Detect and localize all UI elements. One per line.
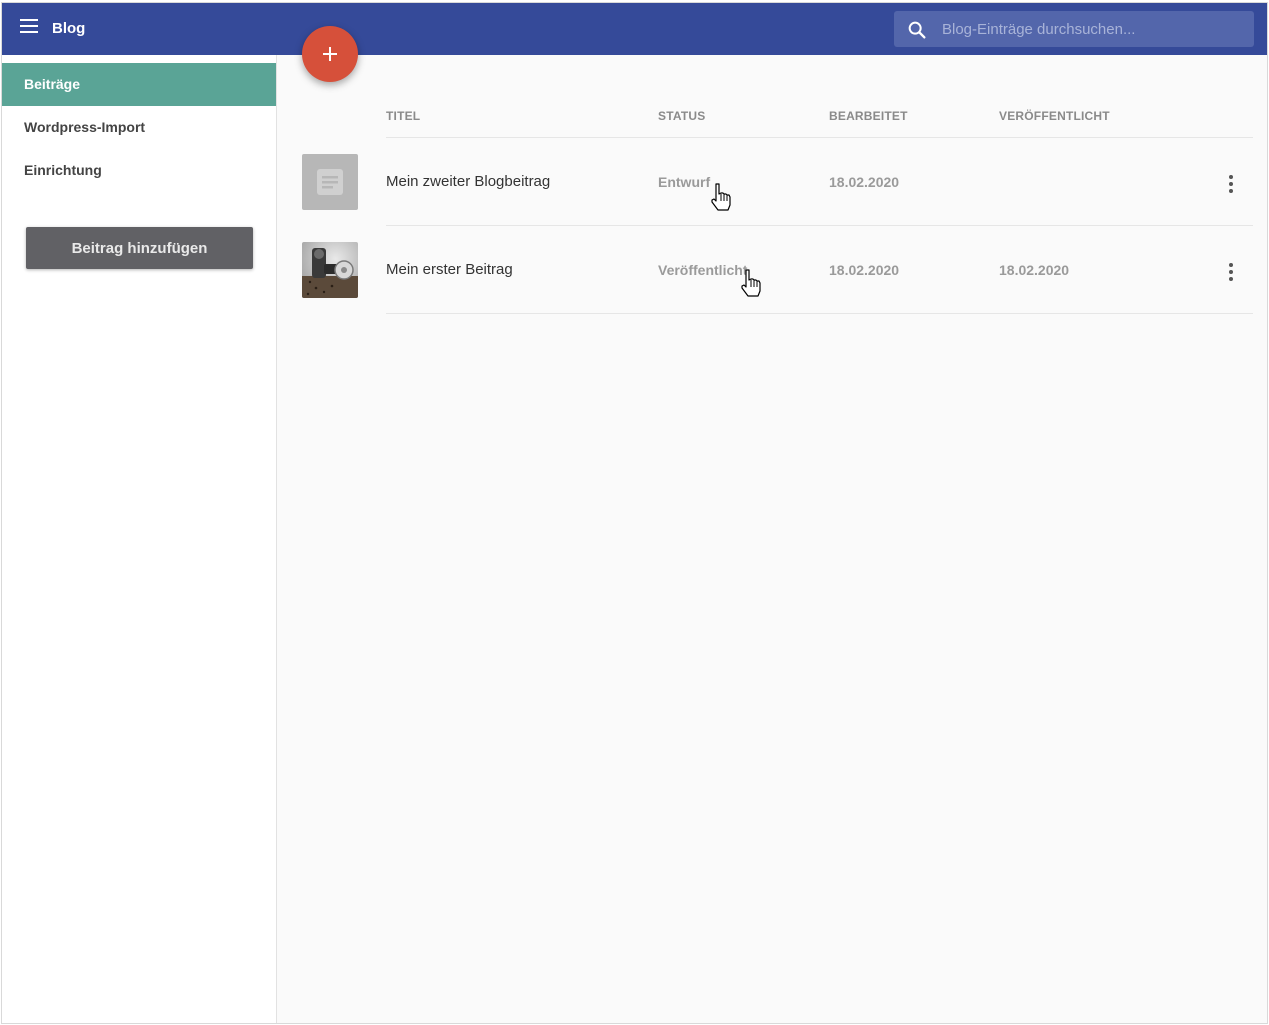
post-published-date: 18.02.2020 <box>999 262 1070 278</box>
more-options-icon[interactable] <box>1224 175 1238 197</box>
add-post-fab[interactable] <box>302 26 358 82</box>
app-window: Blog Beiträge Wordpress-Import Einrichtu… <box>1 2 1268 1024</box>
post-edited-date: 18.02.2020 <box>829 262 900 278</box>
post-edited-date: 18.02.2020 <box>829 174 900 190</box>
post-photo <box>302 242 358 298</box>
post-status[interactable]: Veröffentlicht <box>658 262 747 278</box>
column-header-published[interactable]: VERÖFFENTLICHT <box>999 109 1110 123</box>
more-options-icon[interactable] <box>1224 263 1238 285</box>
column-header-status[interactable]: STATUS <box>658 109 705 123</box>
hamburger-menu-icon[interactable] <box>20 19 40 39</box>
post-thumbnail <box>302 242 358 298</box>
post-status[interactable]: Entwurf <box>658 174 710 190</box>
table-row[interactable]: Mein erster Beitrag Veröffentlicht 18.02… <box>2 226 1267 314</box>
document-placeholder-icon <box>317 169 343 195</box>
search-box[interactable] <box>894 11 1254 47</box>
sidebar-item-beitraege[interactable]: Beiträge <box>2 63 276 106</box>
plus-icon <box>323 47 337 61</box>
app-bar: Blog <box>2 3 1267 55</box>
post-title[interactable]: Mein erster Beitrag <box>386 261 513 278</box>
column-header-title[interactable]: TITEL <box>386 109 420 123</box>
post-thumbnail <box>302 154 358 210</box>
table-divider <box>386 313 1253 314</box>
search-input[interactable] <box>942 11 1242 47</box>
search-icon <box>908 21 926 39</box>
post-title[interactable]: Mein zweiter Blogbeitrag <box>386 173 550 190</box>
hand-cursor-icon <box>741 269 761 297</box>
column-header-edited[interactable]: BEARBEITET <box>829 109 908 123</box>
hand-cursor-icon <box>711 183 731 211</box>
table-row[interactable]: Mein zweiter Blogbeitrag Entwurf 18.02.2… <box>2 138 1267 226</box>
app-title: Blog <box>52 20 86 37</box>
